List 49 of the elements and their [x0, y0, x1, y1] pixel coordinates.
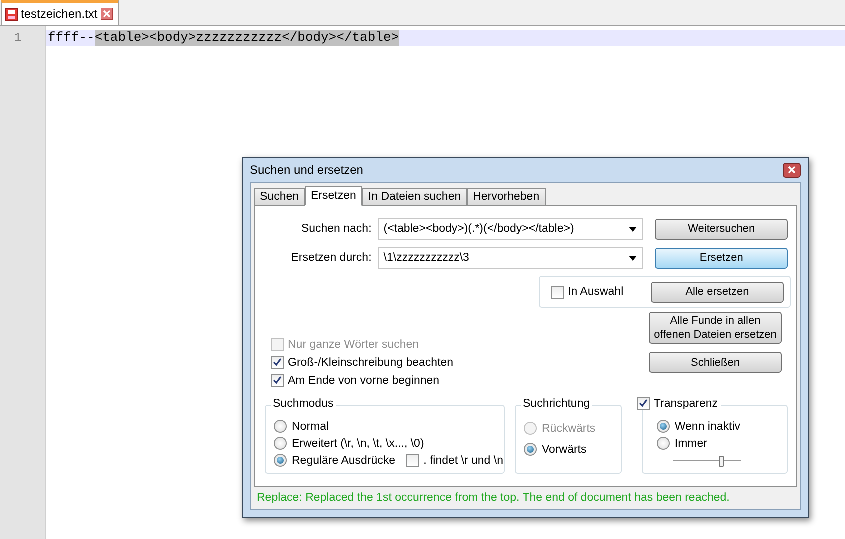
radio-label: Rückwärts — [542, 422, 596, 434]
dialog-button[interactable]: Schließen — [649, 352, 782, 373]
combo-field[interactable]: (<table><body>)(.*)(</body></table>) — [378, 218, 644, 240]
tab[interactable]: Suchen — [254, 188, 306, 206]
field-label: Suchen nach: — [300, 223, 373, 235]
checkbox-label: Transparenz — [650, 398, 722, 410]
checkbox[interactable] — [271, 374, 284, 387]
dropdown-arrow-icon[interactable] — [629, 256, 638, 260]
radio-label: Wenn inaktiv — [674, 420, 741, 432]
radio-button[interactable] — [274, 437, 287, 450]
checkbox[interactable] — [551, 286, 564, 298]
radio-button[interactable] — [656, 437, 670, 450]
dropdown-arrow-icon[interactable] — [629, 226, 638, 232]
checkbox-label: Groß-/Kleinschreibung beachten — [288, 356, 454, 368]
tab[interactable]: Ersetzen — [305, 186, 362, 206]
radio-label: Vorwärts — [542, 444, 587, 456]
tab[interactable]: Hervorheben — [467, 188, 546, 206]
close-button[interactable] — [783, 162, 801, 178]
checkbox-label: Am Ende von vorne beginnen — [288, 374, 440, 386]
radio-button[interactable] — [524, 443, 537, 456]
combo-field[interactable]: \1\zzzzzzzzzzz\3 — [378, 247, 644, 269]
checkbox-label: In Auswahl — [568, 286, 624, 298]
radio-label: Immer — [674, 438, 708, 450]
checkbox[interactable] — [636, 397, 650, 410]
window-title: Suchen und ersetzen — [250, 163, 364, 177]
close-icon[interactable] — [100, 8, 113, 20]
tab[interactable]: In Dateien suchen — [362, 188, 468, 206]
dialog-button[interactable]: Alle ersetzen — [651, 282, 784, 302]
dialog-button[interactable]: Ersetzen — [655, 248, 788, 268]
group-title: Suchrichtung — [521, 398, 592, 410]
slider-thumb[interactable] — [719, 456, 724, 467]
checkbox[interactable] — [271, 356, 284, 369]
file-tab[interactable]: testzeichen.txt — [1, 0, 119, 25]
radio-label: Normal — [292, 420, 330, 432]
file-icon — [5, 8, 18, 20]
radio-button[interactable] — [274, 454, 287, 467]
radio-button[interactable] — [274, 420, 287, 433]
opacity-slider[interactable] — [670, 455, 743, 468]
group-title: Suchmodus — [271, 398, 336, 410]
checkbox-label: Nur ganze Wörter suchen — [288, 338, 420, 350]
checkbox[interactable] — [406, 454, 419, 467]
checkbox-label: . findet \r und \n — [424, 454, 504, 466]
field-label: Ersetzen durch: — [290, 252, 373, 264]
radio-label: Reguläre Ausdrücke — [292, 454, 396, 466]
line-number: 1 — [13, 30, 23, 46]
dialog-button[interactable]: Weitersuchen — [655, 218, 788, 240]
dialog-button[interactable]: Alle Funde in allen offenen Dateien ersetzen — [649, 312, 782, 344]
radio-button[interactable] — [656, 420, 670, 433]
radio-label: Erweitert (\r, \n, \t, \x..., \0) — [292, 438, 424, 450]
